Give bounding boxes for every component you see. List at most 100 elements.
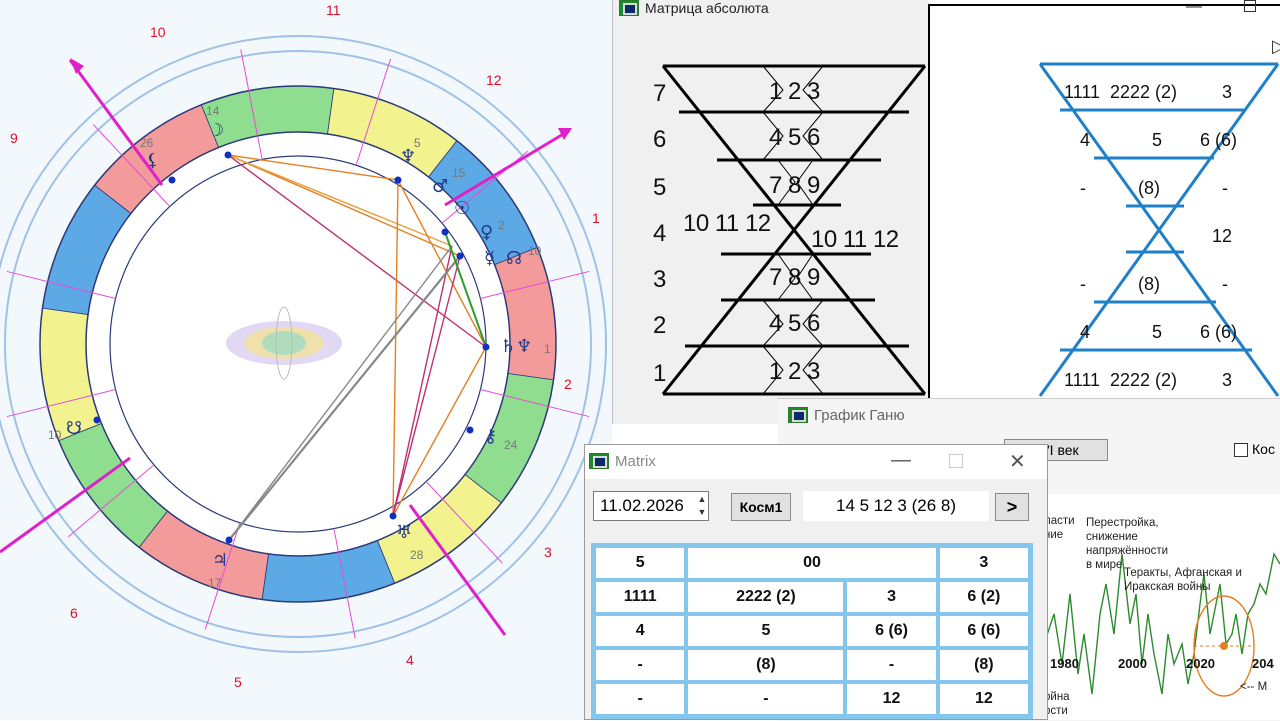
venus-icon: ♀ xyxy=(480,222,494,243)
table-row: - (8) - (8) xyxy=(594,648,1030,682)
table-cell: - xyxy=(845,648,938,682)
south-node-icon: ☋ xyxy=(66,418,82,439)
chiron-degree: 24 xyxy=(504,438,518,452)
kosm-button[interactable]: Косм1 xyxy=(731,493,791,521)
pluto-degree: 1 xyxy=(544,342,551,356)
date-spinner[interactable]: ▲ ▼ xyxy=(695,493,709,519)
panel-r2-b: 5 xyxy=(1152,130,1163,150)
next-button[interactable]: > xyxy=(995,493,1029,521)
panel-r3-c: - xyxy=(1222,178,1228,198)
blue-hourglass xyxy=(1038,62,1280,397)
matrix-table: 5 00 3 1111 2222 (2) 3 6 (2) 4 5 6 (6) 6… xyxy=(591,543,1033,719)
table-cell: 4 xyxy=(594,614,687,648)
lilith-icon: ⚸ xyxy=(146,150,160,171)
matrix-code: 14 5 12 3 (26 8) xyxy=(803,491,989,521)
level-3: 3 xyxy=(653,266,667,293)
moon-icon: ☽ xyxy=(208,120,225,141)
minimize-button[interactable]: — xyxy=(891,449,911,472)
house-number-9: 9 xyxy=(10,130,18,146)
matrix-window: Matrix — ✕ 11.02.2026 ▲ ▼ Косм1 14 5 12 3… xyxy=(584,444,1048,720)
kos-checkbox[interactable] xyxy=(1234,443,1248,457)
gan-plot: ласти ние Перестройка, снижение напряжён… xyxy=(1044,494,1280,720)
gan-app-icon xyxy=(788,407,808,423)
table-cell: 3 xyxy=(937,546,1030,580)
moon-degree: 14 xyxy=(206,104,220,118)
house-number-6: 6 xyxy=(70,605,78,621)
year-1980: 1980 xyxy=(1050,656,1079,671)
jupiter-degree: 17 xyxy=(208,576,222,590)
lilith-degree: 26 xyxy=(140,136,154,150)
table-cell: 5 xyxy=(686,614,846,648)
matrix-app-icon xyxy=(589,453,609,469)
gan-annotation-3b: Иракская войны xyxy=(1124,581,1211,593)
chart-wheel xyxy=(0,35,607,653)
planet-degree-5: 5 xyxy=(414,136,421,150)
table-cell: - xyxy=(594,648,687,682)
panel-r6-c: 6 (6) xyxy=(1200,322,1238,342)
year-2040: 204 xyxy=(1252,656,1274,671)
panel-r4-c: 12 xyxy=(1212,226,1233,246)
matrix-title: Matrix xyxy=(615,453,656,470)
level-4: 4 xyxy=(653,220,667,247)
gan-title: График Ганю xyxy=(814,407,905,424)
level-5: 5 xyxy=(653,174,667,201)
table-cell: (8) xyxy=(686,648,846,682)
node-r-icon: ☊ xyxy=(506,248,522,269)
row-4-left-values: 10 11 12 xyxy=(683,210,771,237)
mercury-icon: ☿ xyxy=(484,248,496,269)
panel-r1-c: 3 xyxy=(1222,82,1233,102)
title-bar: Matrix — ✕ xyxy=(585,445,1047,479)
uranus-icon: ♅ xyxy=(396,522,413,543)
row-6-values: 4 5 6 xyxy=(769,124,820,151)
house-number-3: 3 xyxy=(544,544,552,560)
mars-icon: ♂ xyxy=(432,176,449,197)
row-2-values: 4 5 6 xyxy=(769,310,820,337)
level-6: 6 xyxy=(653,126,667,153)
jupiter-icon: ♃ xyxy=(212,550,229,571)
saturn-neptune-icon: ♄♆ xyxy=(500,336,533,357)
maximize-button[interactable] xyxy=(949,454,963,468)
close-button[interactable]: ✕ xyxy=(1009,449,1026,474)
south-node-degree: 10 xyxy=(48,428,62,442)
table-row: 5 00 3 xyxy=(594,546,1030,580)
row-4-right-values: 10 11 12 xyxy=(811,226,899,253)
uranus-degree: 28 xyxy=(410,548,424,562)
natal-chart: 1 2 3 4 5 6 9 10 11 12 ☽ 14 ♆ 5 ♂ 15 ☉ ♀… xyxy=(0,0,612,720)
panel-r5-b: (8) xyxy=(1138,274,1160,294)
gan-bottom-right: <-- М xyxy=(1240,681,1268,693)
row-1-values: 1 2 3 xyxy=(769,358,820,385)
panel-r6-b: 5 xyxy=(1152,322,1163,342)
panel-r7-a: 1111 xyxy=(1064,370,1101,390)
row-7-values: 1 2 3 xyxy=(769,78,820,105)
table-cell: - xyxy=(686,682,846,716)
matrix-panel: — 1111 2222 (2) 3 4 5 6 (6) - (8) - 12 -… xyxy=(928,0,1280,434)
table-cell: 6 (2) xyxy=(937,580,1030,614)
panel-r2-c: 6 (6) xyxy=(1200,130,1238,150)
table-row: - - 12 12 xyxy=(594,682,1030,716)
mars-degree: 15 xyxy=(452,166,466,180)
panel-r1-a: 1111 xyxy=(1064,82,1101,102)
gan-annotation-2b: снижение xyxy=(1086,531,1138,543)
panel-r7-b: 2222 (2) xyxy=(1110,370,1178,390)
sun-icon: ☉ xyxy=(454,198,471,219)
table-cell: - xyxy=(594,682,687,716)
house-number-4: 4 xyxy=(406,652,414,668)
node-degree: 10 xyxy=(528,244,542,258)
house-number-11: 11 xyxy=(326,2,341,18)
table-cell: 1111 xyxy=(594,580,687,614)
date-field[interactable]: 11.02.2026 xyxy=(593,491,709,521)
panel-r5-c: - xyxy=(1222,274,1228,294)
cursor-icon: ▷ xyxy=(1272,36,1280,56)
venus-degree: 2 xyxy=(498,218,505,232)
year-2000: 2000 xyxy=(1118,656,1147,671)
table-cell: 3 xyxy=(845,580,938,614)
table-cell: 2222 (2) xyxy=(686,580,846,614)
matrix-absolute-window: Матрица абсолюта 7 6 5 4 3 2 1 1 2 3 4 5… xyxy=(612,0,929,424)
table-cell: 6 (6) xyxy=(937,614,1030,648)
row-5-values: 7 8 9 xyxy=(769,172,820,199)
house-number-2: 2 xyxy=(564,376,572,392)
panel-r1-b: 2222 (2) xyxy=(1110,82,1178,102)
panel-r6-a: 4 xyxy=(1080,322,1091,342)
table-cell: 6 (6) xyxy=(845,614,938,648)
panel-r3-a: - xyxy=(1080,178,1086,198)
